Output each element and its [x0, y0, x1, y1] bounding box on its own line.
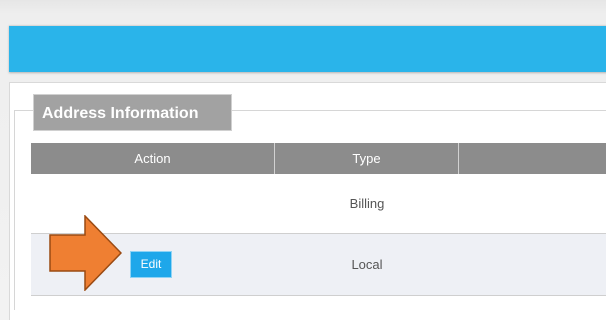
- page: Address Information Action Type Billing …: [0, 0, 606, 320]
- table-header: Action Type: [31, 143, 606, 174]
- arrow-right-icon: [49, 215, 122, 291]
- column-header-type: Type: [275, 143, 459, 174]
- type-cell: Billing: [349, 196, 385, 211]
- section-title: Address Information: [33, 94, 232, 131]
- type-cell: Local: [351, 257, 383, 272]
- header-bar: [9, 25, 606, 72]
- edit-button[interactable]: Edit: [130, 251, 172, 278]
- column-header-action: Action: [31, 143, 275, 174]
- column-header-extra: [459, 143, 606, 174]
